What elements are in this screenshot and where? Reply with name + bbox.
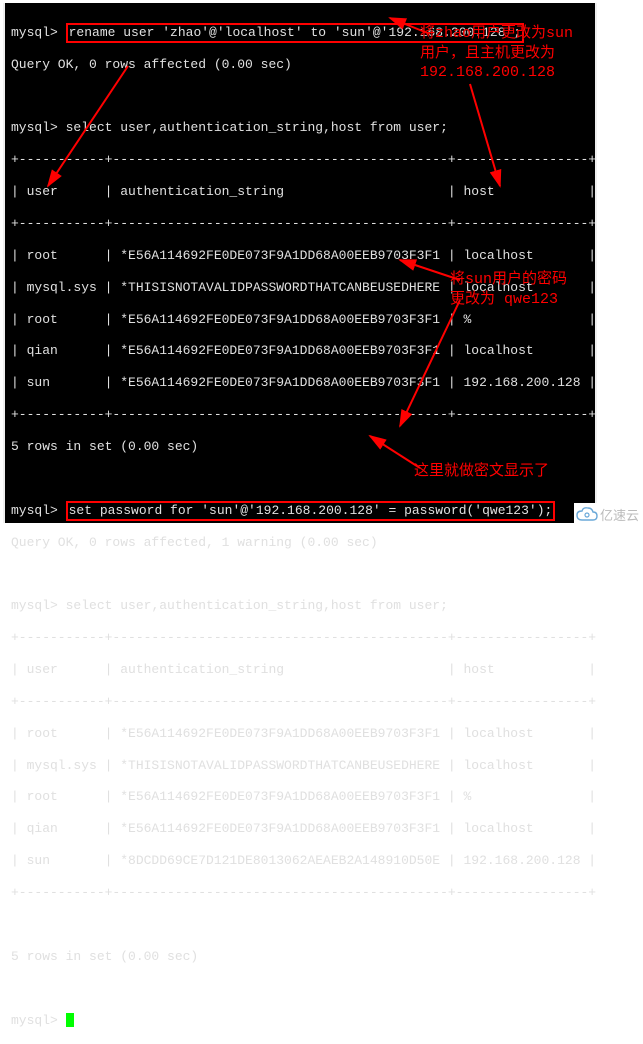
cmd-setpw-text: set password for 'sun'@'192.168.200.128'… (69, 503, 553, 518)
cloud-icon (576, 506, 598, 524)
table-divider: +-----------+---------------------------… (11, 152, 595, 168)
watermark-text: 亿速云 (600, 505, 639, 524)
table-header: | user | authentication_string | host | (11, 184, 595, 200)
annotation-note-2: 将sun用户的密码 更改为 qwe123 (450, 270, 567, 309)
table-divider: +-----------+---------------------------… (11, 407, 595, 423)
table-row: | qian | *E56A114692FE0DE073F9A1DD68A00E… (11, 343, 595, 359)
annotation-note-1: 将zhao用户更改为sun 用户，且主机更改为 192.168.200.128 (420, 24, 573, 83)
mysql-prompt: mysql> (11, 503, 58, 518)
table-row: | root | *E56A114692FE0DE073F9A1DD68A00E… (11, 726, 595, 742)
table-row: | sun | *8DCDD69CE7D121DE8013062AEAEB2A1… (11, 853, 595, 869)
mysql-prompt: mysql> (11, 120, 58, 135)
mysql-prompt: mysql> (11, 1013, 58, 1028)
cmd-select1: select user,authentication_string,host f… (66, 120, 448, 135)
table-row: | sun | *E56A114692FE0DE073F9A1DD68A00EE… (11, 375, 595, 391)
cursor (66, 1013, 74, 1027)
rows-in-set: 5 rows in set (0.00 sec) (11, 439, 595, 455)
rows-in-set: 5 rows in set (0.00 sec) (11, 949, 595, 965)
table-row: | root | *E56A114692FE0DE073F9A1DD68A00E… (11, 248, 595, 264)
table-divider: +-----------+---------------------------… (11, 694, 595, 710)
table-row: | mysql.sys | *THISISNOTAVALIDPASSWORDTH… (11, 758, 595, 774)
watermark: 亿速云 (574, 503, 643, 526)
table-divider: +-----------+---------------------------… (11, 630, 595, 646)
mysql-prompt: mysql> (11, 25, 58, 40)
table-divider: +-----------+---------------------------… (11, 885, 595, 901)
table-row: | qian | *E56A114692FE0DE073F9A1DD68A00E… (11, 821, 595, 837)
table-header: | user | authentication_string | host | (11, 662, 595, 678)
annotation-note-3: 这里就做密文显示了 (414, 462, 549, 482)
mysql-prompt: mysql> (11, 598, 58, 613)
table-divider: +-----------+---------------------------… (11, 216, 595, 232)
boxed-command-setpw: set password for 'sun'@'192.168.200.128'… (66, 501, 556, 521)
table-row: | root | *E56A114692FE0DE073F9A1DD68A00E… (11, 312, 595, 328)
cmd-select2: select user,authentication_string,host f… (66, 598, 448, 613)
result-ok-setpw: Query OK, 0 rows affected, 1 warning (0.… (11, 535, 595, 551)
table-row: | root | *E56A114692FE0DE073F9A1DD68A00E… (11, 789, 595, 805)
